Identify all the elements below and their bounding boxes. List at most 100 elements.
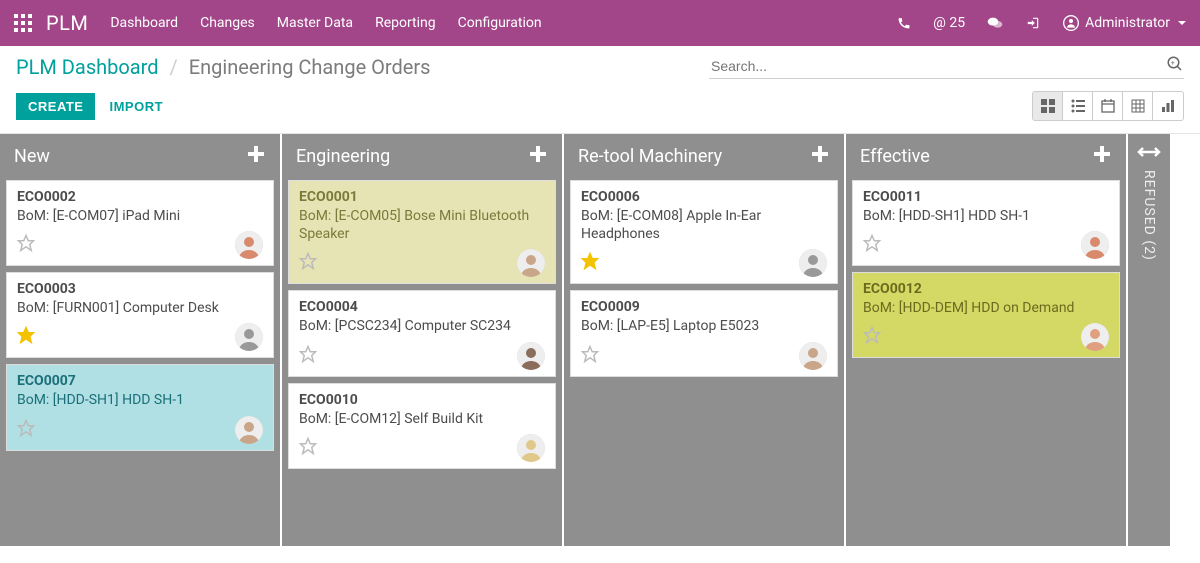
search-input[interactable] — [709, 54, 1166, 78]
menu-configuration[interactable]: Configuration — [458, 15, 542, 31]
kanban-card[interactable]: ECO0007 BoM: [HDD-SH1] HDD SH-1 — [6, 364, 274, 450]
card-id: ECO0010 — [299, 392, 545, 408]
view-list-icon[interactable] — [1063, 92, 1093, 120]
svg-text:+: + — [1171, 59, 1175, 67]
kanban-card[interactable]: ECO0012 BoM: [HDD-DEM] HDD on Demand — [852, 272, 1120, 358]
column-header: New — [0, 134, 280, 180]
card-id: ECO0007 — [17, 373, 263, 389]
card-description: BoM: [E-COM05] Bose Mini Bluetooth Speak… — [299, 207, 545, 243]
card-description: BoM: [HDD-SH1] HDD SH-1 — [863, 207, 1109, 225]
column-body: ECO0002 BoM: [E-COM07] iPad Mini ECO0003… — [0, 180, 280, 457]
star-icon[interactable] — [17, 419, 35, 441]
kanban-column: New ECO0002 BoM: [E-COM07] iPad Mini ECO… — [0, 134, 280, 546]
column-add-icon[interactable] — [1092, 144, 1112, 168]
kanban-card[interactable]: ECO0010 BoM: [E-COM12] Self Build Kit — [288, 383, 556, 469]
kanban-card[interactable]: ECO0011 BoM: [HDD-SH1] HDD SH-1 — [852, 180, 1120, 266]
avatar[interactable] — [235, 231, 263, 259]
kanban-board: New ECO0002 BoM: [E-COM07] iPad Mini ECO… — [0, 134, 1200, 546]
column-add-icon[interactable] — [528, 144, 548, 168]
menu-master-data[interactable]: Master Data — [277, 15, 353, 31]
star-icon[interactable] — [299, 437, 317, 459]
card-description: BoM: [E-COM12] Self Build Kit — [299, 410, 545, 428]
card-id: ECO0012 — [863, 281, 1109, 297]
user-menu[interactable]: Administrator — [1063, 15, 1186, 31]
card-id: ECO0011 — [863, 189, 1109, 205]
column-folded-refused[interactable]: REFUSED (2) — [1128, 134, 1170, 546]
kanban-card[interactable]: ECO0009 BoM: [LAP-E5] Laptop E5023 — [570, 290, 838, 376]
kanban-card[interactable]: ECO0004 BoM: [PCSC234] Computer SC234 — [288, 290, 556, 376]
breadcrumb-sep: / — [170, 55, 178, 79]
star-icon[interactable] — [581, 252, 599, 274]
breadcrumb-current: Engineering Change Orders — [189, 55, 431, 79]
import-button[interactable]: IMPORT — [109, 99, 163, 114]
star-icon[interactable] — [299, 345, 317, 367]
menu-reporting[interactable]: Reporting — [375, 15, 436, 31]
column-title: Engineering — [296, 146, 528, 167]
avatar[interactable] — [235, 416, 263, 444]
chat-icon[interactable] — [987, 16, 1003, 30]
avatar[interactable] — [517, 434, 545, 462]
avatar[interactable] — [517, 249, 545, 277]
view-pivot-icon[interactable] — [1123, 92, 1153, 120]
star-icon[interactable] — [17, 326, 35, 348]
column-body: ECO0001 BoM: [E-COM05] Bose Mini Bluetoo… — [282, 180, 562, 475]
star-icon[interactable] — [17, 234, 35, 256]
breadcrumb: PLM Dashboard / Engineering Change Order… — [16, 55, 430, 79]
folded-column-label: REFUSED (2) — [1141, 170, 1157, 261]
view-calendar-icon[interactable] — [1093, 92, 1123, 120]
expand-icon — [1138, 146, 1160, 162]
signin-icon[interactable] — [1025, 16, 1041, 30]
column-add-icon[interactable] — [246, 144, 266, 168]
search-box[interactable]: + — [709, 54, 1184, 79]
avatar[interactable] — [799, 342, 827, 370]
column-header: Re-tool Machinery — [564, 134, 844, 180]
avatar[interactable] — [517, 342, 545, 370]
column-title: Effective — [860, 146, 1092, 167]
phone-icon[interactable] — [897, 16, 911, 30]
apps-icon[interactable] — [14, 14, 32, 32]
card-description: BoM: [E-COM07] iPad Mini — [17, 207, 263, 225]
breadcrumb-parent[interactable]: PLM Dashboard — [16, 55, 159, 79]
card-id: ECO0001 — [299, 189, 545, 205]
kanban-card[interactable]: ECO0003 BoM: [FURN001] Computer Desk — [6, 272, 274, 358]
column-title: New — [14, 146, 246, 167]
card-description: BoM: [FURN001] Computer Desk — [17, 299, 263, 317]
star-icon[interactable] — [863, 326, 881, 348]
avatar[interactable] — [1081, 231, 1109, 259]
create-button[interactable]: CREATE — [16, 93, 95, 120]
card-description: BoM: [E-COM08] Apple In-Ear Headphones — [581, 207, 827, 243]
kanban-card[interactable]: ECO0001 BoM: [E-COM05] Bose Mini Bluetoo… — [288, 180, 556, 284]
user-icon — [1063, 15, 1079, 31]
search-expand-icon[interactable]: + — [1166, 55, 1184, 77]
topnav-right: @ 25 Administrator — [897, 15, 1186, 31]
column-add-icon[interactable] — [810, 144, 830, 168]
star-icon[interactable] — [581, 345, 599, 367]
view-kanban-icon[interactable] — [1033, 92, 1063, 120]
kanban-card[interactable]: ECO0002 BoM: [E-COM07] iPad Mini — [6, 180, 274, 266]
star-icon[interactable] — [299, 252, 317, 274]
card-id: ECO0009 — [581, 299, 827, 315]
card-description: BoM: [PCSC234] Computer SC234 — [299, 317, 545, 335]
view-graph-icon[interactable] — [1153, 92, 1183, 120]
menu-changes[interactable]: Changes — [200, 15, 255, 31]
card-id: ECO0004 — [299, 299, 545, 315]
avatar[interactable] — [235, 323, 263, 351]
avatar[interactable] — [1081, 323, 1109, 351]
view-switcher — [1032, 91, 1184, 121]
user-name: Administrator — [1085, 15, 1170, 31]
card-id: ECO0003 — [17, 281, 263, 297]
messages-count[interactable]: @ 25 — [933, 15, 965, 31]
top-navbar: PLM Dashboard Changes Master Data Report… — [0, 0, 1200, 46]
brand-label[interactable]: PLM — [46, 11, 88, 35]
star-icon[interactable] — [863, 234, 881, 256]
avatar[interactable] — [799, 249, 827, 277]
control-panel: PLM Dashboard / Engineering Change Order… — [0, 46, 1200, 134]
card-id: ECO0002 — [17, 189, 263, 205]
menu-dashboard[interactable]: Dashboard — [110, 15, 178, 31]
kanban-card[interactable]: ECO0006 BoM: [E-COM08] Apple In-Ear Head… — [570, 180, 838, 284]
column-header: Effective — [846, 134, 1126, 180]
card-description: BoM: [HDD-DEM] HDD on Demand — [863, 299, 1109, 317]
main-menu: Dashboard Changes Master Data Reporting … — [110, 15, 541, 31]
kanban-column: Engineering ECO0001 BoM: [E-COM05] Bose … — [282, 134, 562, 546]
kanban-column: Re-tool Machinery ECO0006 BoM: [E-COM08]… — [564, 134, 844, 546]
